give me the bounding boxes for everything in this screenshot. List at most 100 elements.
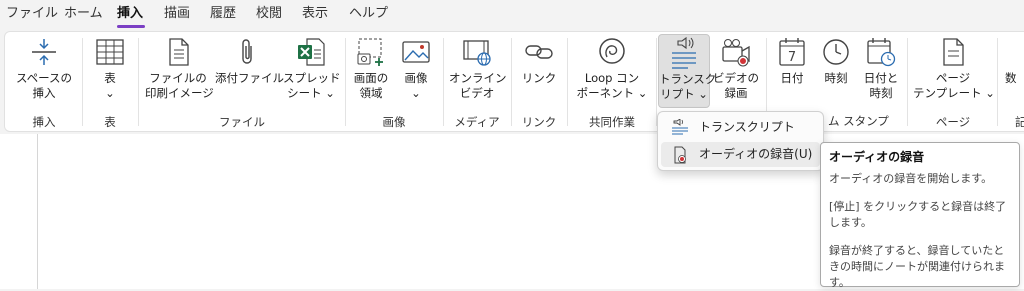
file-printout-label-1: ファイルの: [149, 71, 207, 85]
menu-view[interactable]: 表示: [302, 4, 328, 24]
insert-space-icon: [28, 36, 60, 68]
excel-icon: [295, 36, 327, 68]
chevron-down-icon: ⌄: [105, 86, 115, 100]
group-label-partial: 記: [1015, 115, 1024, 129]
record-audio-icon: [671, 146, 689, 164]
menu-draw[interactable]: 描画: [164, 4, 190, 24]
menu-item-transcript-label: トランスクリプト: [699, 120, 795, 134]
attach-file-label: 添付ファイル: [215, 71, 284, 85]
clock-icon: [820, 36, 852, 68]
date-time-button[interactable]: 日付と 時刻: [860, 36, 902, 101]
page-template-label-2: テンプレート ⌄: [913, 86, 995, 100]
loop-label-2: ポーネント ⌄: [576, 86, 648, 100]
table-icon: [94, 36, 126, 68]
paperclip-icon: [231, 36, 263, 68]
attach-file-button[interactable]: 添付ファイル: [215, 36, 284, 86]
spreadsheet-label-1: スプレッド: [283, 71, 341, 85]
menu-history[interactable]: 履歴: [210, 4, 236, 24]
loop-label-1: Loop コン: [584, 71, 640, 85]
group-divider: [567, 38, 568, 126]
time-button[interactable]: 時刻: [816, 36, 856, 86]
group-label-time-stamp: ム スタンプ: [828, 114, 889, 128]
record-video-button[interactable]: ビデオの 録画: [711, 36, 761, 101]
page-template-label-1: ページ: [935, 71, 971, 85]
online-video-icon: [461, 36, 493, 68]
group-label-insert: 挿入: [32, 115, 56, 129]
page-template-button[interactable]: ページ テンプレート ⌄: [913, 36, 995, 101]
tooltip-paragraph-1: オーディオの録音を開始します。: [829, 172, 993, 185]
calendar-icon: 7: [776, 36, 808, 68]
insert-space-label-1: スペースの: [15, 71, 73, 85]
online-video-button[interactable]: オンライン ビデオ: [449, 36, 507, 101]
group-divider: [656, 38, 657, 126]
file-printout-button[interactable]: ファイルの 印刷イメージ: [145, 36, 214, 101]
group-divider: [82, 38, 83, 126]
date-button[interactable]: 7 日付: [772, 36, 812, 86]
group-label-link: リンク: [521, 115, 557, 129]
menu-bar: ファイル ホーム 挿入 描画 履歴 校閲 表示 ヘルプ: [0, 0, 1024, 28]
transcript-label-1: トランスク: [659, 72, 717, 86]
group-label-media: メディア: [454, 115, 500, 129]
group-divider: [138, 38, 139, 126]
spreadsheet-label-2: シート ⌄: [287, 86, 335, 100]
group-divider: [345, 38, 346, 126]
group-label-image: 画像: [382, 115, 406, 129]
online-video-label-1: オンライン: [449, 71, 507, 85]
group-divider: [511, 38, 512, 126]
menu-item-record-audio-label: オーディオの録音(U): [699, 147, 813, 161]
table-button[interactable]: 表 ⌄: [89, 36, 131, 101]
svg-text:7: 7: [788, 50, 796, 65]
date-time-label-2: 時刻: [869, 86, 893, 100]
transcript-label-2: リプト ⌄: [660, 87, 708, 101]
screen-clipping-icon: [355, 36, 387, 68]
calendar-clock-icon: [865, 36, 897, 68]
file-printout-icon: [162, 36, 194, 68]
picture-icon: [400, 36, 432, 68]
file-printout-label-2: 印刷イメージ: [145, 86, 214, 100]
group-label-file: ファイル: [219, 115, 265, 129]
chevron-down-icon: ⌄: [411, 86, 421, 100]
transcript-button[interactable]: トランスク リプト ⌄: [658, 34, 717, 108]
transcript-icon: [668, 36, 700, 69]
transcript-dropdown-menu: トランスクリプト オーディオの録音(U): [657, 111, 824, 171]
group-label-table: 表: [104, 115, 116, 129]
group-label-page: ページ: [935, 115, 971, 129]
equation-label-partial: 数: [1005, 71, 1017, 85]
online-video-label-2: ビデオ: [459, 86, 495, 100]
insert-space-button[interactable]: スペースの 挿入: [11, 36, 77, 101]
screen-clipping-button[interactable]: 画面の 領域: [351, 36, 391, 101]
group-divider: [907, 38, 908, 126]
page-template-icon: [937, 36, 969, 68]
group-divider: [997, 38, 998, 126]
tooltip-paragraph-2: [停止] をクリックすると録音は終了します。: [829, 200, 1007, 229]
menu-item-record-audio[interactable]: オーディオの録音(U): [661, 142, 820, 167]
spreadsheet-button[interactable]: スプレッド シート ⌄: [283, 36, 341, 101]
menu-review[interactable]: 校閲: [256, 4, 282, 24]
menu-help[interactable]: ヘルプ: [349, 4, 388, 24]
screen-clipping-label-1: 画面の: [353, 71, 389, 85]
menu-item-transcript[interactable]: トランスクリプト: [661, 115, 820, 140]
record-video-label-1: ビデオの: [713, 71, 759, 85]
group-label-collab: 共同作業: [589, 115, 635, 129]
menu-home[interactable]: ホーム: [64, 4, 103, 24]
picture-button[interactable]: 画像 ⌄: [395, 36, 437, 101]
insert-space-label-2: 挿入: [32, 86, 56, 100]
screen-clipping-label-2: 領域: [359, 86, 383, 100]
record-audio-tooltip: オーディオの録音 オーディオの録音を開始します。 [停止] をクリックすると録音…: [820, 142, 1020, 289]
table-label: 表: [104, 71, 116, 85]
picture-label: 画像: [404, 71, 428, 85]
tooltip-paragraph-3: 録音が終了すると、録音していたときの時間にノートが関連付けられます。: [829, 244, 1005, 289]
equation-button-partial[interactable]: 数: [1005, 36, 1024, 86]
link-button[interactable]: リンク: [517, 36, 561, 86]
time-label: 時刻: [824, 71, 848, 85]
link-icon: [523, 36, 555, 68]
video-camera-icon: [720, 36, 752, 68]
menu-insert[interactable]: 挿入: [117, 4, 143, 24]
loop-component-button[interactable]: Loop コン ポーネント ⌄: [573, 36, 651, 101]
transcript-icon: [671, 118, 689, 137]
date-label: 日付: [780, 71, 804, 85]
menu-file[interactable]: ファイル: [6, 4, 58, 24]
date-time-label-1: 日付と: [863, 71, 899, 85]
tooltip-title: オーディオの録音: [829, 150, 925, 164]
loop-icon: [596, 36, 628, 68]
